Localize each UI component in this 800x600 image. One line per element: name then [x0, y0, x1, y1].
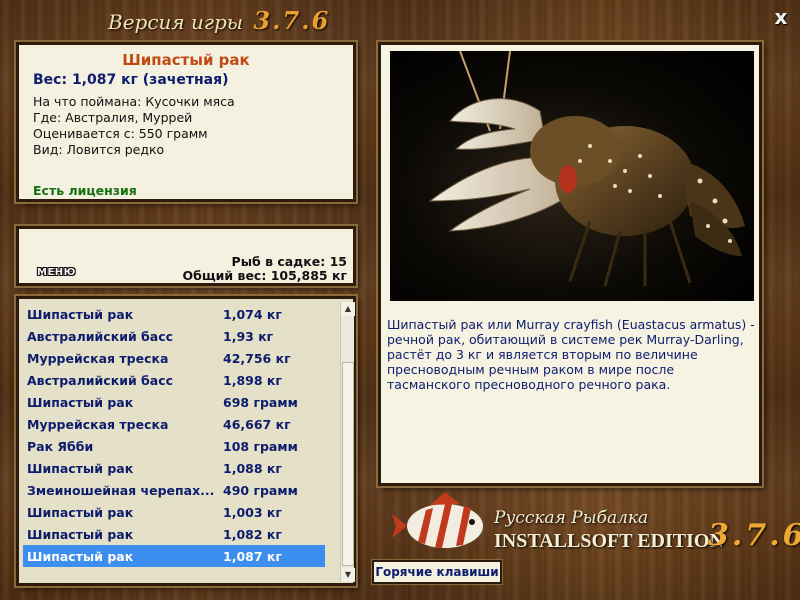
catch-fish-name: Шипастый рак: [27, 394, 134, 410]
logo-title: Русская Рыбалка: [494, 508, 649, 528]
catch-list-row[interactable]: Австралийский басс 1,898 кг: [23, 369, 325, 391]
scrollbar[interactable]: ▲ ▼: [340, 302, 355, 582]
catch-fish-weight: 42,756 кг: [223, 350, 291, 366]
catch-fish-name: Муррейская треска: [27, 416, 169, 432]
catch-fish-name: Шипастый рак: [27, 548, 134, 564]
fish-info-panel: Шипастый рак Вес: 1,087 кг (зачетная) На…: [16, 42, 356, 202]
fish-count: Рыб в садке: 15: [231, 254, 347, 269]
min-weight-line: Оценивается с: 550 грамм: [33, 126, 208, 141]
catch-fish-weight: 1,082 кг: [223, 526, 282, 542]
catch-fish-name: Шипастый рак: [27, 460, 134, 476]
crayfish-image: [390, 51, 754, 301]
catch-list-row[interactable]: Шипастый рак 698 грамм: [23, 391, 325, 413]
title-bar: Версия игры 3.7.6 x: [0, 0, 800, 40]
license-status: Есть лицензия: [33, 183, 137, 198]
catch-list-row[interactable]: Шипастый рак 1,087 кг: [23, 545, 325, 567]
catch-fish-weight: 490 грамм: [223, 482, 298, 498]
fish-logo-icon: [392, 492, 483, 548]
catch-fish-weight: 698 грамм: [223, 394, 298, 410]
catch-fish-name: Австралийский басс: [27, 372, 174, 388]
catch-list-row[interactable]: Шипастый рак 1,074 кг: [23, 303, 325, 325]
catch-fish-weight: 1,003 кг: [223, 504, 282, 520]
hotkeys-button[interactable]: Горячие клавиши: [372, 560, 502, 584]
close-button[interactable]: x: [770, 6, 792, 28]
catch-fish-name: Шипастый рак: [27, 504, 134, 520]
total-weight: Общий вес: 105,885 кг: [182, 268, 348, 283]
catch-fish-weight: 1,088 кг: [223, 460, 282, 476]
catch-list-row[interactable]: Шипастый рак 1,088 кг: [23, 457, 325, 479]
cage-panel: МЕНЮ Рыб в садке: 15 Общий вес: 105,885 …: [16, 226, 356, 286]
catch-fish-weight: 1,087 кг: [223, 548, 282, 564]
catch-list: Шипастый рак 1,074 кг Австралийский басс 1,…: [23, 303, 325, 567]
close-icon: x: [774, 5, 788, 29]
catch-fish-name: Австралийский басс: [27, 328, 174, 344]
triangle-up-icon: ▲: [344, 304, 352, 313]
catch-list-row[interactable]: Шипастый рак 1,082 кг: [23, 523, 325, 545]
app-title-text: Версия игры: [108, 10, 244, 34]
catch-fish-name: Шипастый рак: [27, 526, 134, 542]
fish-weight: Вес: 1,087 кг (зачетная): [33, 72, 229, 88]
app-title: Версия игры 3.7.6: [108, 6, 330, 35]
catch-fish-weight: 46,667 кг: [223, 416, 291, 432]
catch-list-panel: Шипастый рак 1,074 кг Австралийский басс 1,…: [16, 296, 356, 586]
catch-list-row[interactable]: Муррейская треска 42,756 кг: [23, 347, 325, 369]
scrollbar-thumb[interactable]: [342, 362, 354, 566]
logo-version: 3.7.6: [708, 518, 800, 553]
catch-fish-name: Рак Ябби: [27, 438, 94, 454]
location-line: Где: Австралия, Муррей: [33, 110, 193, 125]
catch-list-row[interactable]: Австралийский басс 1,93 кг: [23, 325, 325, 347]
menu-button[interactable]: МЕНЮ: [37, 267, 76, 278]
scroll-up-arrow[interactable]: ▲: [341, 302, 355, 316]
catch-list-row[interactable]: Шипастый рак 1,003 кг: [23, 501, 325, 523]
catch-list-row[interactable]: Муррейская треска 46,667 кг: [23, 413, 325, 435]
app-version: 3.7.6: [253, 6, 331, 35]
catch-fish-name: Змеиношейная черепах...: [27, 482, 215, 498]
bait-line: На что поймана: Кусочки мяса: [33, 94, 235, 109]
catch-fish-name: Муррейская треска: [27, 350, 169, 366]
fish-detail-panel: Шипастый рак или Murray crayfish (Euasta…: [378, 42, 762, 486]
rarity-line: Вид: Ловится редко: [33, 142, 165, 157]
logo-edition: INSTALLSOFT EDITION: [494, 530, 724, 552]
fish-name: Шипастый рак: [122, 51, 250, 69]
catch-list-row[interactable]: Змеиношейная черепах... 490 грамм: [23, 479, 325, 501]
catch-fish-weight: 1,93 кг: [223, 328, 274, 344]
scroll-down-arrow[interactable]: ▼: [341, 568, 355, 582]
catch-list-row[interactable]: Рак Ябби 108 грамм: [23, 435, 325, 457]
triangle-down-icon: ▼: [344, 570, 352, 579]
catch-fish-name: Шипастый рак: [27, 306, 134, 322]
catch-fish-weight: 1,898 кг: [223, 372, 282, 388]
catch-fish-weight: 1,074 кг: [223, 306, 282, 322]
fish-description: Шипастый рак или Murray crayfish (Euasta…: [387, 317, 755, 392]
game-logo: Русская Рыбалка INSTALLSOFT EDITION 3.7.…: [390, 490, 800, 570]
catch-fish-weight: 108 грамм: [223, 438, 298, 454]
fish-photo: [390, 51, 754, 301]
cage-stats: Рыб в садке: 15 Общий вес: 105,885 кг: [183, 255, 348, 283]
